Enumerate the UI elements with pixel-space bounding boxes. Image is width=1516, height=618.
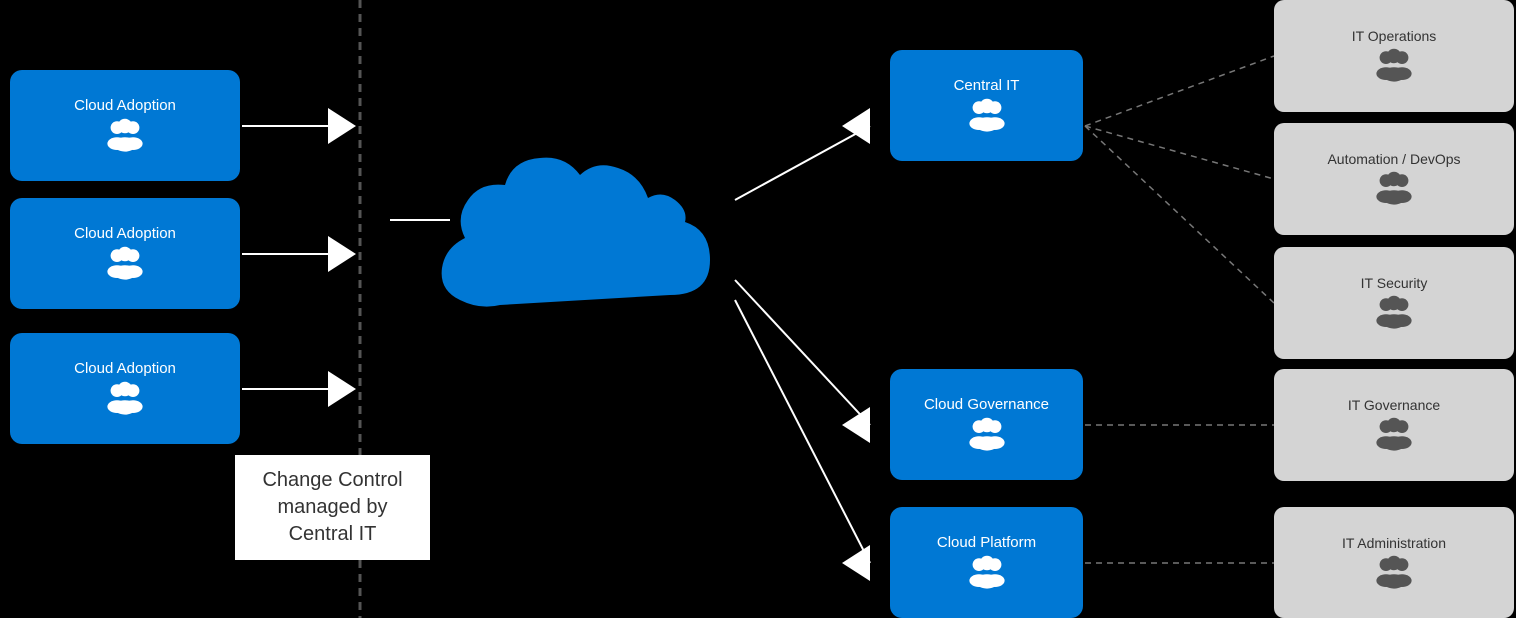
arrow-adoption2: [328, 236, 356, 272]
it-security-box: IT Security: [1274, 247, 1514, 359]
cloud-adoption-box-3: Cloud Adoption: [10, 333, 240, 444]
cloud-adoption-box-1: Cloud Adoption: [10, 70, 240, 181]
cloud-governance-box: Cloud Governance: [890, 369, 1083, 480]
arrow-adoption3: [328, 371, 356, 407]
change-control-text: Change Controlmanaged byCentral IT: [262, 469, 402, 545]
cloud-shape: [400, 100, 730, 345]
automation-devops-box: Automation / DevOps: [1274, 123, 1514, 235]
it-governance-box: IT Governance: [1274, 369, 1514, 481]
it-operations-box: IT Operations: [1274, 0, 1514, 112]
change-control-box: Change Controlmanaged byCentral IT: [235, 455, 430, 560]
arrow-to-governance: [842, 407, 870, 443]
arrow-adoption1: [328, 108, 356, 144]
cloud-adoption-box-2: Cloud Adoption: [10, 198, 240, 309]
cloud-platform-box: Cloud Platform: [890, 507, 1083, 618]
diagram: Cloud Adoption Cloud Adoption Cloud Adop…: [0, 0, 1516, 618]
arrow-to-central-it: [842, 108, 870, 144]
central-it-box: Central IT: [890, 50, 1083, 161]
it-administration-box: IT Administration: [1274, 507, 1514, 618]
arrow-to-platform: [842, 545, 870, 581]
